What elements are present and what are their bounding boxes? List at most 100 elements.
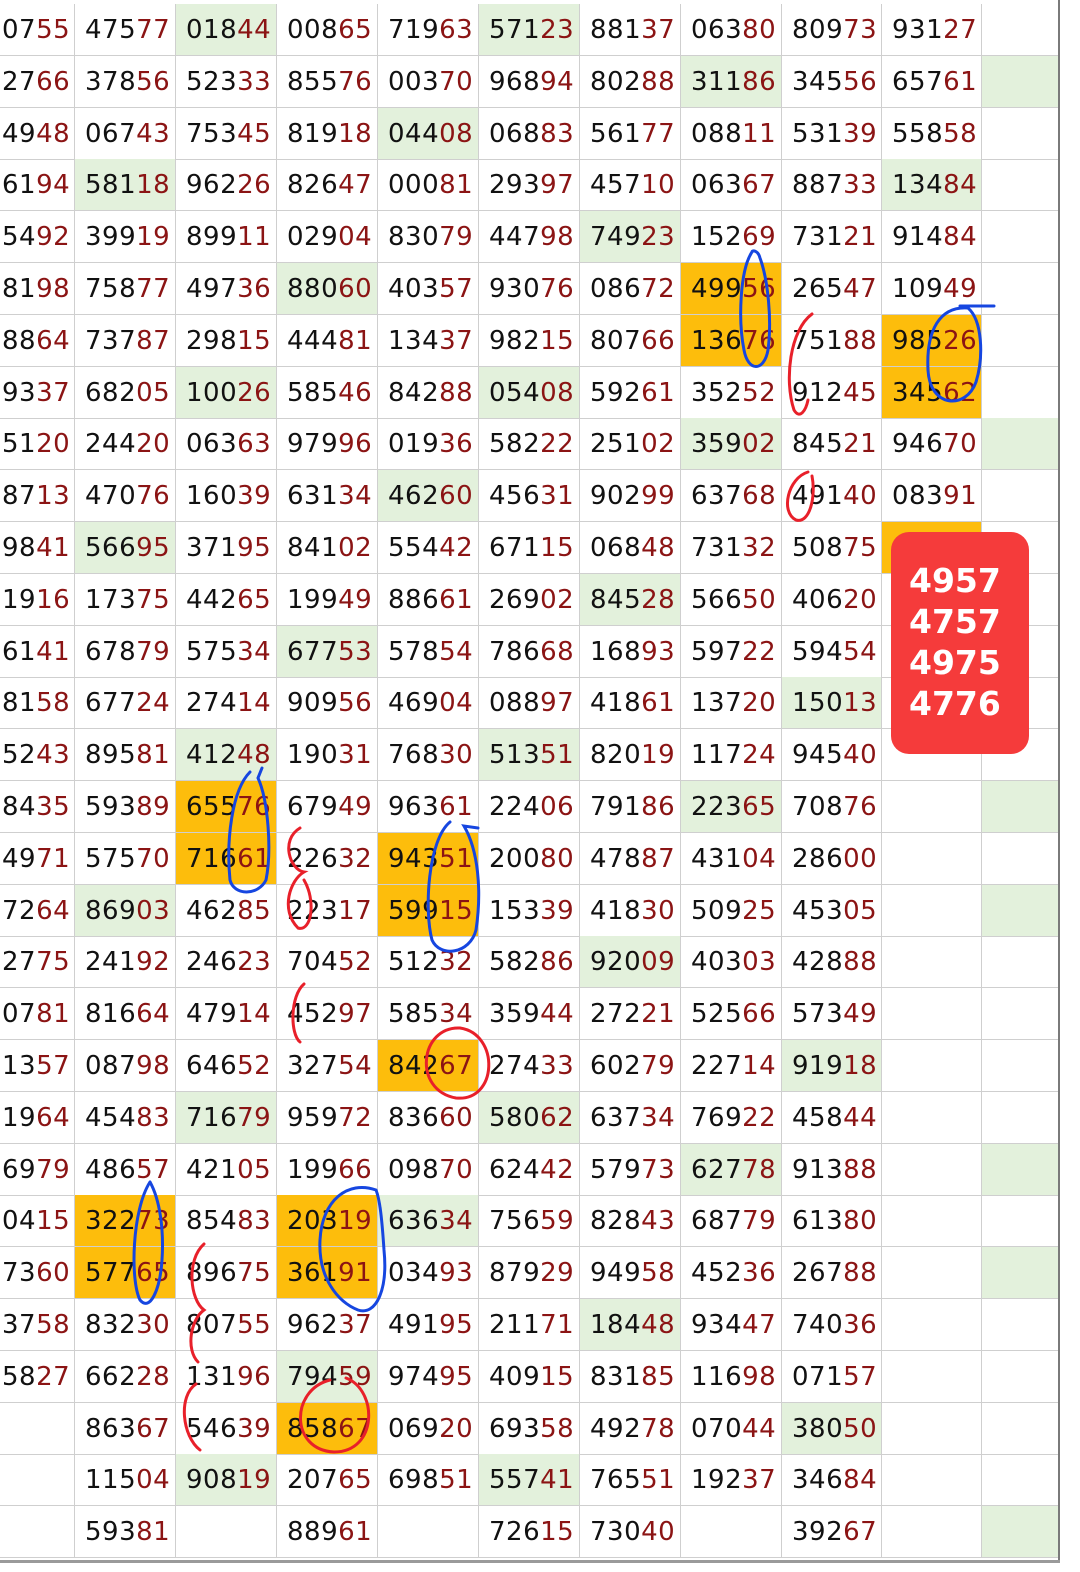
grid-cell: 42105 [176, 1143, 277, 1196]
grid-cell [882, 1040, 982, 1092]
grid-cell: 68205 [75, 366, 176, 419]
grid-cell: 66228 [75, 1350, 176, 1403]
grid-cell: 71679 [176, 1091, 277, 1144]
grid-cell: 63134 [277, 470, 378, 523]
grid-cell: 25102 [580, 418, 681, 471]
grid-cell: 06848 [580, 522, 681, 574]
grid-cell: 78668 [479, 625, 580, 678]
grid-cell: 75345 [176, 107, 277, 160]
grid-cell: 22632 [277, 832, 378, 885]
grid-cell [882, 1350, 982, 1403]
grid-cell: 5243 [0, 729, 75, 782]
grid-cell: 79186 [580, 781, 681, 833]
grid-cell: 8435 [0, 781, 75, 833]
grid-cell [982, 988, 1060, 1041]
grid-cell: 4971 [0, 832, 75, 885]
grid-cell: 00865 [277, 4, 378, 56]
grid-cell: 01936 [378, 418, 479, 471]
grid-cell [982, 1506, 1060, 1559]
grid-cell: 70876 [782, 781, 882, 833]
grid-cell [982, 107, 1060, 160]
grid-cell: 80973 [782, 4, 882, 56]
grid-cell: 45305 [782, 884, 882, 937]
grid-cell: 60279 [580, 1040, 681, 1092]
grid-cell: 31186 [681, 55, 782, 108]
grid-cell: 58286 [479, 936, 580, 989]
grid-cell: 19966 [277, 1143, 378, 1196]
grid-cell [982, 1402, 1060, 1455]
grid-cell: 05408 [479, 366, 580, 419]
grid-cell [882, 1402, 982, 1455]
grid-cell: 0781 [0, 988, 75, 1041]
grid-cell [176, 1506, 277, 1559]
grid-cell: 89581 [75, 729, 176, 782]
grid-cell: 10026 [176, 366, 277, 419]
grid-cell: 53139 [782, 107, 882, 160]
grid-cell [982, 263, 1060, 315]
grid-cell: 45844 [782, 1091, 882, 1144]
grid-cell: 35252 [681, 366, 782, 419]
grid-cell: 62442 [479, 1143, 580, 1196]
grid-cell: 86367 [75, 1402, 176, 1455]
grid-cell [982, 314, 1060, 367]
grid-cell: 73121 [782, 211, 882, 264]
grid-cell: 56695 [75, 522, 176, 574]
grid-cell: 84267 [378, 1040, 479, 1092]
grid-cell: 63634 [378, 1195, 479, 1248]
grid-cell: 07044 [681, 1402, 782, 1455]
grid-cell: 0415 [0, 1195, 75, 1248]
grid-cell: 13720 [681, 677, 782, 730]
grid-cell: 58118 [75, 159, 176, 212]
callout-line: 4957 [909, 561, 1001, 600]
grid-cell: 83660 [378, 1091, 479, 1144]
grid-cell: 13196 [176, 1350, 277, 1403]
grid-cell: 88733 [782, 159, 882, 212]
grid-cell: 47076 [75, 470, 176, 523]
grid-cell [982, 781, 1060, 833]
grid-cell [982, 4, 1060, 56]
grid-cell: 38050 [782, 1402, 882, 1455]
grid-cell: 4948 [0, 107, 75, 160]
grid-cell: 06920 [378, 1402, 479, 1455]
grid-cell: 91484 [882, 211, 982, 264]
grid-cell: 49956 [681, 263, 782, 315]
grid-cell: 32273 [75, 1195, 176, 1248]
grid-cell: 5120 [0, 418, 75, 471]
grid-cell: 06380 [681, 4, 782, 56]
grid-cell: 57349 [782, 988, 882, 1041]
grid-cell [982, 211, 1060, 264]
grid-cell: 24623 [176, 936, 277, 989]
grid-cell: 24192 [75, 936, 176, 989]
grid-cell: 47577 [75, 4, 176, 56]
grid-cell [982, 366, 1060, 419]
grid-cell [882, 988, 982, 1041]
grid-cell: 55741 [479, 1454, 580, 1507]
grid-cell: 91918 [782, 1040, 882, 1092]
grid-cell: 06367 [681, 159, 782, 212]
grid-cell: 56650 [681, 573, 782, 626]
grid-cell: 08897 [479, 677, 580, 730]
grid-cell [982, 1091, 1060, 1144]
grid-cell: 22714 [681, 1040, 782, 1092]
grid-cell: 58534 [378, 988, 479, 1041]
grid-cell: 02904 [277, 211, 378, 264]
grid-cell: 08391 [882, 470, 982, 523]
grid-cell: 97495 [378, 1350, 479, 1403]
grid-cell: 22317 [277, 884, 378, 937]
grid-cell: 93127 [882, 4, 982, 56]
grid-cell: 11698 [681, 1350, 782, 1403]
grid-cell: 57570 [75, 832, 176, 885]
grid-cell: 01844 [176, 4, 277, 56]
grid-cell: 75659 [479, 1195, 580, 1248]
grid-cell [982, 1350, 1060, 1403]
grid-cell: 8198 [0, 263, 75, 315]
grid-cell: 15269 [681, 211, 782, 264]
grid-cell [882, 781, 982, 833]
grid-cell: 06883 [479, 107, 580, 160]
chart-right-border [1058, 0, 1060, 1562]
grid-cell: 57534 [176, 625, 277, 678]
grid-cell: 59381 [75, 1506, 176, 1559]
grid-cell: 73132 [681, 522, 782, 574]
grid-cell: 67753 [277, 625, 378, 678]
grid-cell: 96226 [176, 159, 277, 212]
